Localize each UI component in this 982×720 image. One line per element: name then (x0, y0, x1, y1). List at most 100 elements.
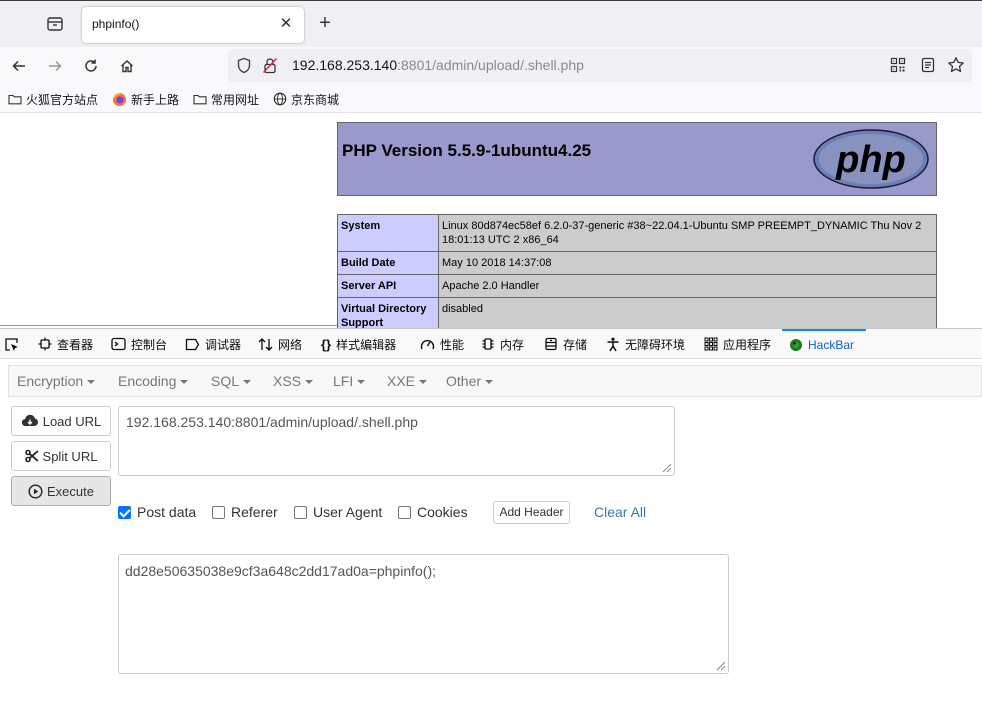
folder-icon (193, 94, 207, 105)
globe-icon (273, 92, 287, 106)
menu-label: Encoding (118, 373, 177, 389)
scissors-icon (24, 449, 39, 463)
php-logo: php (813, 129, 929, 189)
tab-label: 应用程序 (723, 337, 772, 352)
menu-sql[interactable]: SQL (211, 373, 252, 389)
url-textarea-value: 192.168.253.140:8801/admin/upload/.shell… (126, 414, 418, 430)
bookmark-folder-common[interactable]: 常用网址 (193, 91, 259, 107)
tab-label: 网络 (278, 337, 303, 352)
tab-performance[interactable]: 性能 (420, 329, 464, 359)
row-value: May 10 2018 14:37:08 (438, 251, 937, 275)
element-picker-icon[interactable] (4, 329, 19, 359)
page-content: PHP Version 5.5.9-1ubuntu4.25 php System… (0, 114, 982, 328)
tab-console[interactable]: 控制台 (111, 329, 167, 359)
bookmarks-toolbar: 火狐官方站点 新手上路 常用网址 京东商城 (0, 85, 982, 113)
reader-view-icon[interactable] (920, 57, 936, 76)
memory-icon (482, 338, 494, 350)
option-label: Cookies (417, 504, 468, 520)
php-version-header: PHP Version 5.5.9-1ubuntu4.25 php (337, 122, 937, 196)
option-label: Referer (231, 504, 278, 520)
tab-list-icon[interactable] (44, 13, 66, 35)
bookmark-folder-firefox[interactable]: 火狐官方站点 (8, 91, 98, 107)
row-key: Server API (337, 274, 439, 298)
forward-icon[interactable] (42, 53, 68, 79)
execute-button[interactable]: Execute (11, 476, 111, 506)
bookmark-star-icon[interactable] (947, 56, 965, 77)
tab-label: 调试器 (205, 337, 242, 352)
clear-all-link[interactable]: Clear All (594, 504, 646, 520)
menu-xss[interactable]: XSS (273, 373, 314, 389)
tab-label: 无障碍环境 (625, 337, 686, 352)
option-label: User Agent (313, 504, 383, 520)
table-row: Virtual Directory Support disabled (337, 297, 937, 328)
post-data-value: dd28e50635038e9cf3a648c2dd17ad0a=phpinfo… (125, 563, 437, 579)
accessibility-icon (607, 337, 619, 351)
active-tab[interactable]: phpinfo() ✕ (82, 7, 304, 43)
menu-xxe[interactable]: XXE (387, 373, 428, 389)
load-url-button[interactable]: Load URL (11, 406, 111, 436)
tab-hackbar[interactable]: HackBar (782, 329, 866, 359)
user-agent-checkbox[interactable]: User Agent (294, 504, 382, 520)
storage-icon (545, 337, 557, 351)
cloud-download-icon (21, 414, 38, 427)
php-info-table: System Linux 80d874ec58ef 6.2.0-37-gener… (337, 214, 937, 328)
tab-storage[interactable]: 存储 (544, 329, 587, 359)
tab-memory[interactable]: 内存 (481, 329, 524, 359)
tab-label: 查看器 (57, 337, 94, 352)
debugger-icon (185, 338, 200, 350)
split-url-button[interactable]: Split URL (11, 441, 111, 471)
network-icon (258, 337, 273, 351)
post-data-textarea[interactable]: dd28e50635038e9cf3a648c2dd17ad0a=phpinfo… (118, 554, 729, 674)
row-key: Build Date (337, 251, 439, 275)
checkbox-checked-icon (118, 505, 131, 519)
divider (0, 325, 337, 326)
insecure-lock-icon[interactable] (262, 57, 278, 77)
bookmark-label: 新手上路 (131, 92, 180, 107)
back-icon[interactable] (6, 53, 32, 79)
home-icon[interactable] (114, 53, 140, 79)
bookmark-getting-started[interactable]: 新手上路 (112, 91, 179, 107)
folder-icon (8, 94, 22, 105)
resize-grip-icon[interactable] (714, 659, 726, 671)
bookmark-jd[interactable]: 京东商城 (273, 91, 339, 107)
referer-checkbox[interactable]: Referer (212, 504, 278, 520)
tab-accessibility[interactable]: 无障碍环境 (606, 329, 685, 359)
caret-down-icon (419, 380, 428, 385)
resize-grip-icon[interactable] (660, 461, 672, 473)
tracking-shield-icon[interactable] (236, 57, 252, 77)
address-bar[interactable]: 192.168.253.140:8801/admin/upload/.shell… (228, 49, 972, 82)
console-icon (111, 337, 126, 351)
tab-inspector[interactable]: 查看器 (38, 329, 93, 359)
play-circle-icon (28, 483, 43, 499)
tab-label: 样式编辑器 (336, 337, 397, 352)
checkbox-icon (398, 505, 411, 519)
checkbox-icon (294, 505, 307, 519)
tab-label: 控制台 (131, 337, 168, 352)
menu-lfi[interactable]: LFI (333, 373, 366, 389)
menu-label: XXE (387, 373, 416, 389)
tab-style-editor[interactable]: {} 样式编辑器 (321, 329, 396, 359)
menu-other[interactable]: Other (446, 373, 494, 389)
tab-network[interactable]: 网络 (258, 329, 302, 359)
qr-code-icon[interactable] (890, 57, 906, 76)
option-label: Post data (137, 504, 197, 520)
performance-icon (420, 339, 435, 350)
menu-encryption[interactable]: Encryption (17, 373, 96, 389)
url-textarea[interactable]: 192.168.253.140:8801/admin/upload/.shell… (118, 406, 675, 476)
row-value: Apache 2.0 Handler (438, 274, 937, 298)
caret-down-icon (305, 380, 314, 385)
hackbar-menu: Encryption Encoding SQL XSS LFI XXE Othe… (8, 365, 982, 397)
post-data-checkbox[interactable]: Post data (118, 504, 196, 520)
close-tab-icon[interactable]: ✕ (276, 14, 296, 34)
add-header-button[interactable]: Add Header (493, 501, 570, 524)
tab-application[interactable]: 应用程序 (704, 329, 771, 359)
table-row: Server API Apache 2.0 Handler (337, 274, 937, 298)
cookies-checkbox[interactable]: Cookies (398, 504, 468, 520)
menu-encoding[interactable]: Encoding (118, 373, 189, 389)
row-value: disabled (438, 297, 937, 328)
tab-debugger[interactable]: 调试器 (185, 329, 241, 359)
button-label: Execute (47, 483, 94, 499)
new-tab-icon[interactable]: + (313, 12, 337, 36)
reload-icon[interactable] (78, 53, 104, 79)
inspector-icon (38, 337, 52, 351)
